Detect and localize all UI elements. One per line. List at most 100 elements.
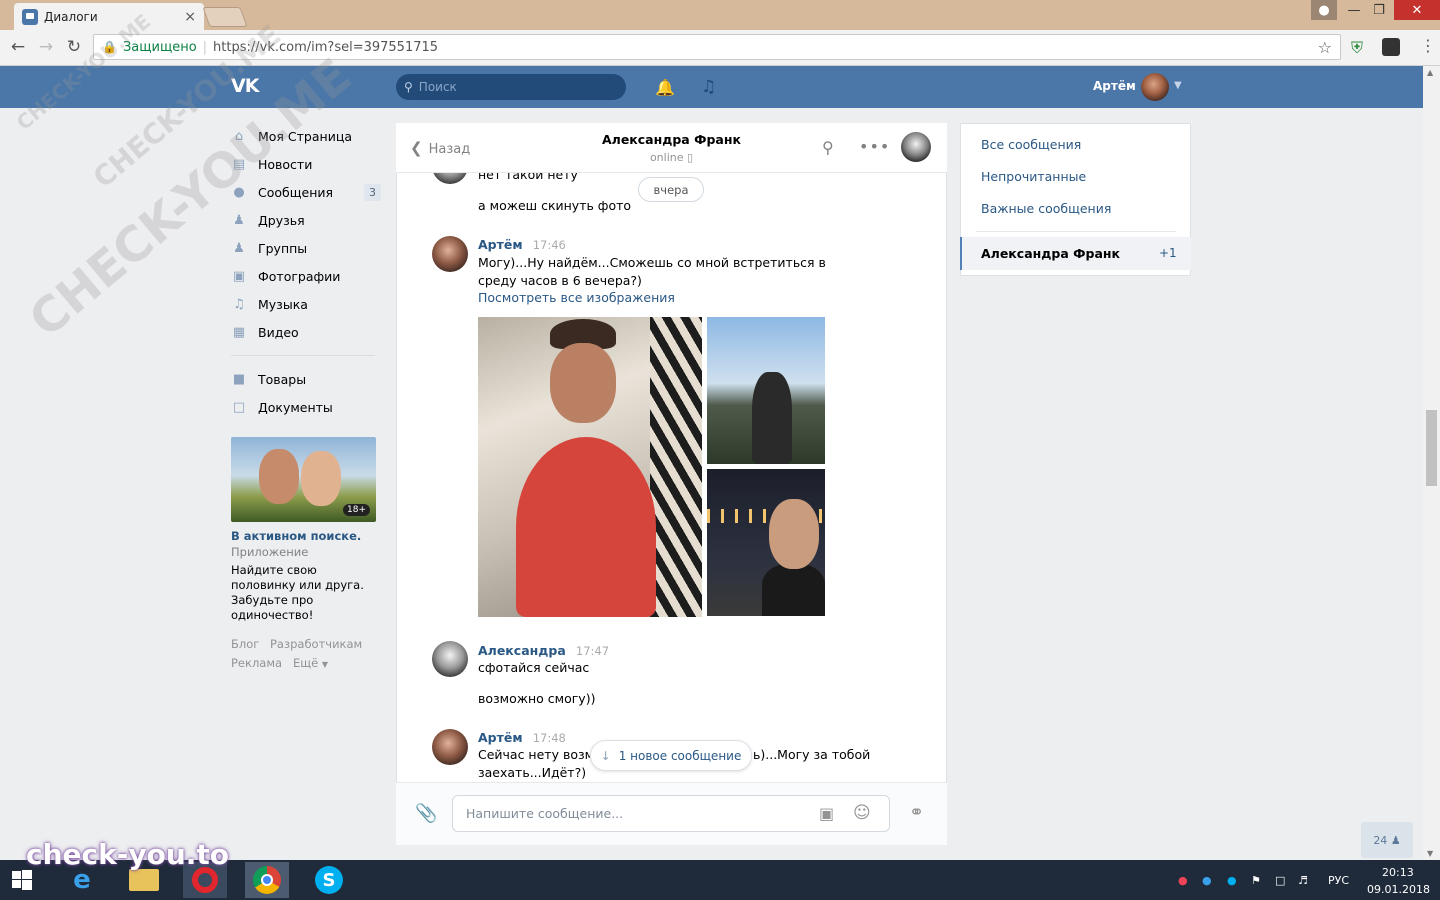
bookmark-star-icon[interactable]: ☆ <box>1318 38 1332 57</box>
browser-tab[interactable]: Диалоги × <box>14 3 204 30</box>
skype-icon[interactable]: S <box>307 862 351 898</box>
back-arrow-icon[interactable]: ← <box>9 37 27 57</box>
forward-arrow-icon[interactable]: → <box>37 37 55 57</box>
message-photo[interactable] <box>707 469 825 616</box>
tray-network-icon[interactable]: □ <box>1275 874 1285 887</box>
sidebar-item-groups[interactable]: ♟ Группы <box>231 236 381 260</box>
date-divider: вчера <box>638 177 704 202</box>
page-scrollbar[interactable]: ▲ ▼ <box>1423 66 1440 860</box>
chevron-down-icon[interactable]: ▼ <box>1174 80 1182 91</box>
search-input[interactable]: ⚲ Поиск <box>396 74 626 100</box>
minimize-icon[interactable]: — <box>1340 0 1368 20</box>
sidebar-item-friends[interactable]: ♟ Друзья <box>231 208 381 232</box>
menu-unread[interactable]: Непрочитанные <box>981 169 1086 184</box>
status-label: online <box>649 151 684 164</box>
message-avatar[interactable] <box>432 729 468 765</box>
sidebar-item-my-page[interactable]: ⌂ Моя Страница <box>231 124 381 148</box>
sidebar-item-documents[interactable]: □ Документы <box>231 395 381 419</box>
paperclip-icon[interactable]: 📎 <box>415 803 437 824</box>
emoji-icon[interactable]: ☺ <box>853 803 871 823</box>
tab-close-icon[interactable]: × <box>184 9 196 25</box>
extension-icon[interactable] <box>1382 38 1400 56</box>
scroll-thumb[interactable] <box>1426 410 1437 486</box>
tray-app-icon[interactable]: ● <box>1178 874 1188 887</box>
tray-date[interactable]: 09.01.2018 <box>1367 883 1430 896</box>
menu-dots-icon[interactable]: ⋮ <box>1420 36 1436 55</box>
search-icon: ⚲ <box>404 80 413 94</box>
contact-avatar[interactable] <box>901 132 931 162</box>
message-photo[interactable] <box>707 317 825 464</box>
tray-language[interactable]: РУС <box>1328 874 1349 887</box>
restore-icon[interactable]: ❐ <box>1366 0 1392 20</box>
close-window-icon[interactable]: ✕ <box>1394 0 1440 20</box>
sidebar-item-label: Музыка <box>258 296 308 312</box>
sidebar-divider <box>231 355 375 356</box>
more-dots-icon[interactable]: ••• <box>859 137 890 156</box>
sidebar-item-messages[interactable]: ● Сообщения 3 <box>231 180 381 204</box>
vk-logo[interactable]: VK <box>231 75 265 97</box>
search-placeholder: Поиск <box>418 80 457 94</box>
message-text: Сейчас нету возмо <box>478 747 602 762</box>
sidebar-item-label: Сообщения <box>258 184 334 200</box>
friends-icon: ♟ <box>233 212 245 228</box>
microphone-icon[interactable]: ⚭ <box>909 802 924 823</box>
message-time[interactable]: 17:46 <box>533 238 566 252</box>
ad-image[interactable]: 18+ <box>231 437 376 522</box>
sidebar-item-label: Моя Страница <box>258 128 352 144</box>
scroll-up-icon[interactable]: ▲ <box>1427 68 1433 77</box>
menu-all-messages[interactable]: Все сообщения <box>981 137 1081 152</box>
chrome-icon[interactable] <box>245 862 289 898</box>
new-message-button[interactable]: ↓ 1 новое сообщение <box>590 740 752 771</box>
message-time[interactable]: 17:47 <box>576 644 609 658</box>
new-tab-button[interactable] <box>202 7 248 27</box>
message-text: а можеш скинуть фото <box>478 198 632 213</box>
tray-volume-icon[interactable]: ♬ <box>1298 874 1308 887</box>
photo-background <box>650 317 702 617</box>
message-placeholder: Напишите сообщение... <box>466 806 624 821</box>
view-all-images-link[interactable]: Посмотреть все изображения <box>478 290 675 305</box>
footer-link-more[interactable]: Ещё ▼ <box>293 656 328 670</box>
shield-extension-icon[interactable]: ⛨ <box>1351 38 1363 58</box>
active-dialog-name[interactable]: Александра Франк <box>981 246 1120 261</box>
scroll-down-icon[interactable]: ▼ <box>1427 849 1433 858</box>
message-avatar[interactable] <box>432 641 468 677</box>
message-avatar[interactable] <box>432 236 468 272</box>
message-photo[interactable] <box>478 317 702 617</box>
music-note-icon[interactable]: ♫ <box>701 77 716 97</box>
menu-important[interactable]: Важные сообщения <box>981 201 1111 216</box>
message-time[interactable]: 17:48 <box>533 731 566 745</box>
user-name[interactable]: Артём <box>1093 79 1136 93</box>
message-author[interactable]: Александра <box>478 643 566 658</box>
messages-count-badge: 3 <box>364 183 381 201</box>
tray-app-icon[interactable]: ● <box>1202 874 1212 887</box>
tray-flag-icon[interactable]: ⚑ <box>1251 874 1261 887</box>
sidebar-item-photos[interactable]: ▣ Фотографии <box>231 264 381 288</box>
sidebar-item-music[interactable]: ♫ Музыка <box>231 292 381 316</box>
address-bar[interactable]: 🔒 Защищено | https://vk.com/im?sel=39755… <box>93 34 1341 60</box>
message-text: ь)...Могу за тобой <box>753 747 871 762</box>
profile-icon[interactable]: ● <box>1311 0 1337 20</box>
tray-skype-icon[interactable]: ● <box>1227 874 1237 887</box>
sidebar-item-goods[interactable]: ■ Товары <box>231 367 381 391</box>
message-text: сфотайся сейчас <box>478 660 590 675</box>
footer-link-ads[interactable]: Реклама <box>231 656 282 670</box>
sidebar-item-label: Новости <box>258 156 313 172</box>
sidebar-item-video[interactable]: ▦ Видео <box>231 320 381 344</box>
sidebar-item-label: Фотографии <box>258 268 341 284</box>
user-avatar[interactable] <box>1141 73 1169 101</box>
sidebar-item-news[interactable]: ▤ Новости <box>231 152 381 176</box>
sidebar-item-label: Видео <box>258 324 299 340</box>
footer-link-blog[interactable]: Блог <box>231 637 259 651</box>
tray-time[interactable]: 20:13 <box>1382 866 1414 879</box>
search-icon[interactable]: ⚲ <box>822 138 834 157</box>
sidebar-item-label: Группы <box>258 240 308 256</box>
ad-title[interactable]: В активном поиске. <box>231 529 361 543</box>
camera-icon: ▣ <box>232 268 246 284</box>
bell-icon[interactable]: 🔔 <box>655 78 675 97</box>
footer-link-dev[interactable]: Разработчикам <box>270 637 362 651</box>
message-author[interactable]: Артём <box>478 730 523 745</box>
message-author[interactable]: Артём <box>478 237 523 252</box>
reload-icon[interactable]: ↻ <box>65 37 83 57</box>
camera-icon[interactable]: ▣ <box>819 804 834 823</box>
online-friends-button[interactable]: 24 ♟ <box>1361 822 1413 858</box>
